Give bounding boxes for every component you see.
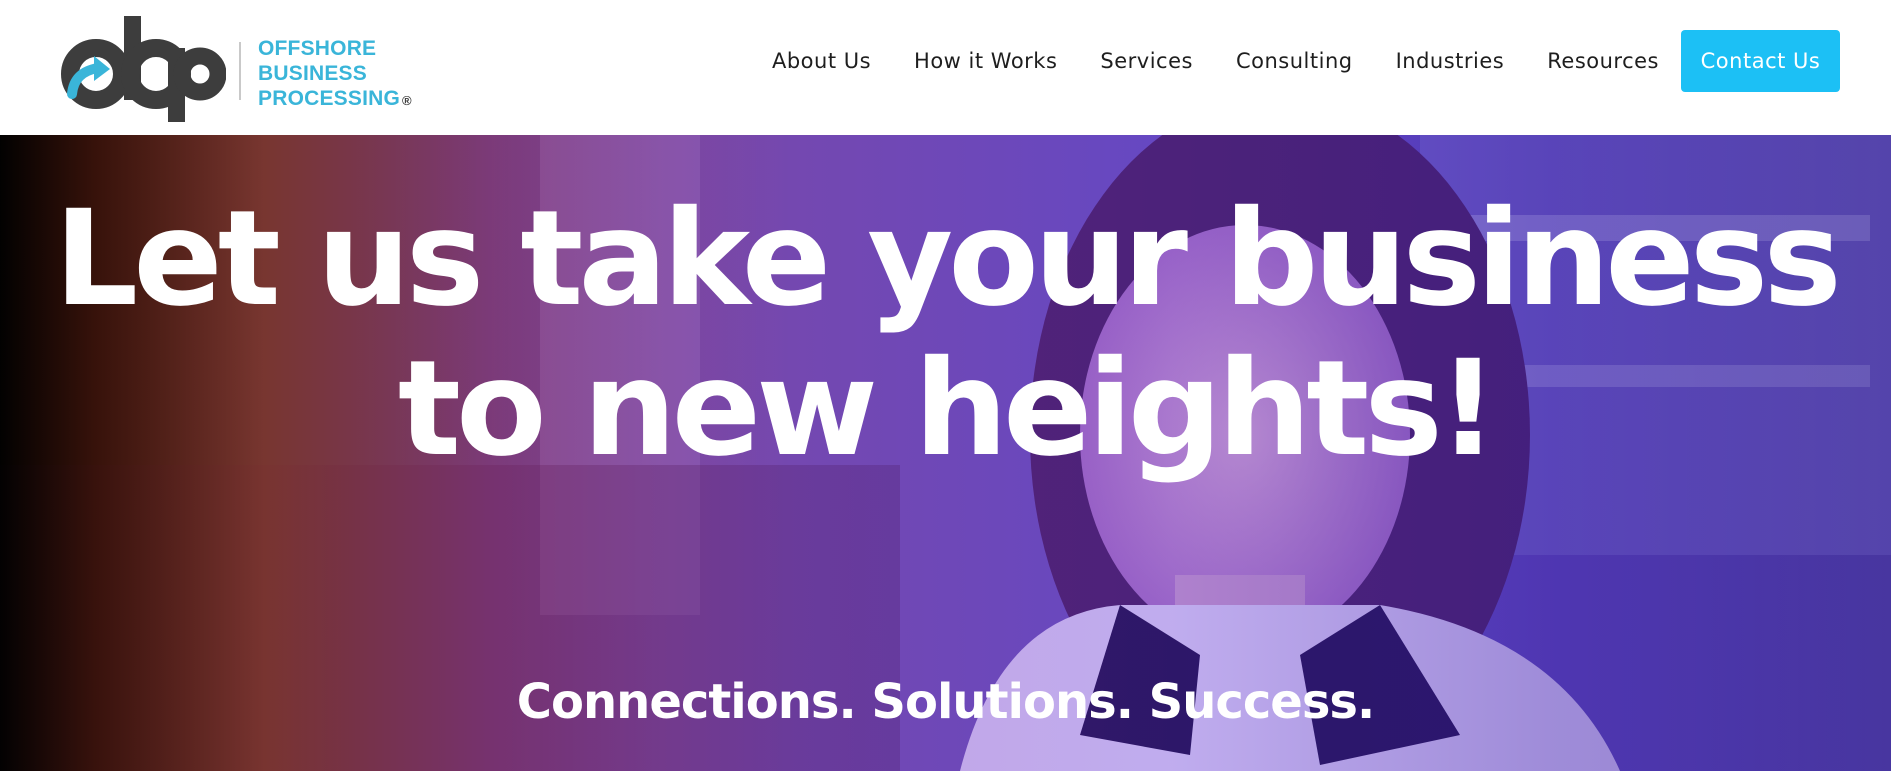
- logo-wordmark: OFFSHORE BUSINESS PROCESSING ®: [258, 36, 412, 113]
- logo-divider: [239, 42, 241, 100]
- logo-line-3: PROCESSING ®: [258, 87, 412, 110]
- contact-us-button[interactable]: Contact Us: [1681, 30, 1840, 92]
- nav-consulting[interactable]: Consulting: [1236, 49, 1353, 73]
- nav-industries[interactable]: Industries: [1396, 49, 1505, 73]
- registered-mark: ®: [402, 93, 412, 108]
- main-nav: About Us How it Works Services Consultin…: [772, 30, 1891, 92]
- logo-mark: [61, 16, 226, 122]
- logo-line-1: OFFSHORE: [258, 37, 377, 60]
- nav-about-us[interactable]: About Us: [772, 49, 871, 73]
- logo-line-2: BUSINESS: [258, 62, 367, 85]
- nav-resources[interactable]: Resources: [1547, 49, 1659, 73]
- nav-how-it-works[interactable]: How it Works: [914, 49, 1057, 73]
- nav-services[interactable]: Services: [1100, 49, 1193, 73]
- hero-tagline: Connections. Solutions. Success.: [516, 674, 1375, 730]
- hero-title: Let us take your business to new heights…: [54, 182, 1842, 486]
- site-logo[interactable]: OFFSHORE BUSINESS PROCESSING ®: [60, 14, 420, 122]
- site-header: OFFSHORE BUSINESS PROCESSING ® About Us H…: [0, 0, 1891, 135]
- hero-section: Let us take your business to new heights…: [0, 135, 1891, 771]
